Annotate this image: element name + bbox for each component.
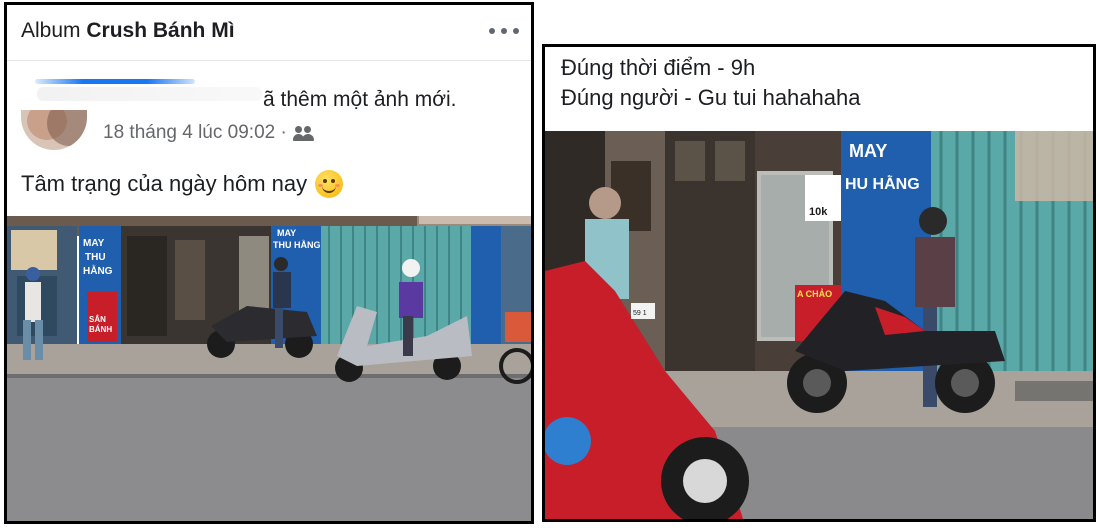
sign-a-chao: A CHẢO bbox=[797, 288, 832, 299]
post-action-text: ã thêm một ảnh mới. bbox=[263, 88, 457, 111]
album-header: Album Crush Bánh Mì bbox=[7, 5, 531, 61]
sign-thu: THU bbox=[85, 252, 106, 263]
facebook-post-panel: Album Crush Bánh Mì ã thêm một ảnh mới. … bbox=[4, 2, 534, 524]
sign-thu-hang-2: THU HẰNG bbox=[273, 240, 321, 250]
post-photo[interactable]: MAY THU HẰNG MAY THU HẰNG SẮN BÁNH bbox=[7, 216, 531, 521]
closeup-photo[interactable]: 10k A CHẢO MAY HU HẰNG 59 1 bbox=[545, 131, 1093, 519]
sign-san: SẮN bbox=[89, 315, 106, 324]
closeup-street-scene: 10k A CHẢO MAY HU HẰNG 59 1 bbox=[545, 131, 1093, 519]
post-meta: 18 tháng 4 lúc 09:02 · bbox=[103, 122, 315, 144]
album-title[interactable]: Album Crush Bánh Mì bbox=[21, 19, 235, 43]
caption-line-2: Đúng người - Gu tui hahahaha bbox=[561, 85, 861, 110]
sign-hang: HẰNG bbox=[83, 264, 113, 277]
sign-may-2: MAY bbox=[277, 228, 296, 238]
blurred-author-text bbox=[37, 87, 262, 101]
caption: Đúng thời điểm - 9h Đúng người - Gu tui … bbox=[561, 53, 860, 113]
more-options-icon[interactable] bbox=[489, 25, 519, 37]
price-sign: 10k bbox=[809, 206, 828, 218]
caption-line-1: Đúng thời điểm - 9h bbox=[561, 55, 756, 80]
caption-photo-panel: Đúng thời điểm - 9h Đúng người - Gu tui … bbox=[542, 44, 1096, 522]
friends-icon[interactable] bbox=[292, 125, 315, 141]
smiley-icon bbox=[315, 170, 344, 198]
post-header: ã thêm một ảnh mới. 18 tháng 4 lúc 09:02… bbox=[7, 62, 531, 215]
status-text: Tâm trạng của ngày hôm nay bbox=[21, 171, 308, 196]
sign-may: MAY bbox=[83, 238, 105, 249]
sign-may: MAY bbox=[849, 141, 887, 161]
post-status-text: Tâm trạng của ngày hôm nay bbox=[21, 170, 344, 198]
street-scene-photo: MAY THU HẰNG MAY THU HẰNG SẮN BÁNH bbox=[7, 216, 531, 521]
album-prefix: Album bbox=[21, 19, 81, 42]
sign-banh: BÁNH bbox=[89, 325, 112, 334]
avatar[interactable] bbox=[21, 110, 87, 150]
blurred-author-name bbox=[35, 79, 195, 84]
license-plate: 59 1 bbox=[633, 310, 647, 317]
album-name[interactable]: Crush Bánh Mì bbox=[86, 19, 234, 42]
post-timestamp[interactable]: 18 tháng 4 lúc 09:02 · bbox=[103, 122, 287, 144]
sign-hu-hang: HU HẰNG bbox=[845, 174, 920, 193]
